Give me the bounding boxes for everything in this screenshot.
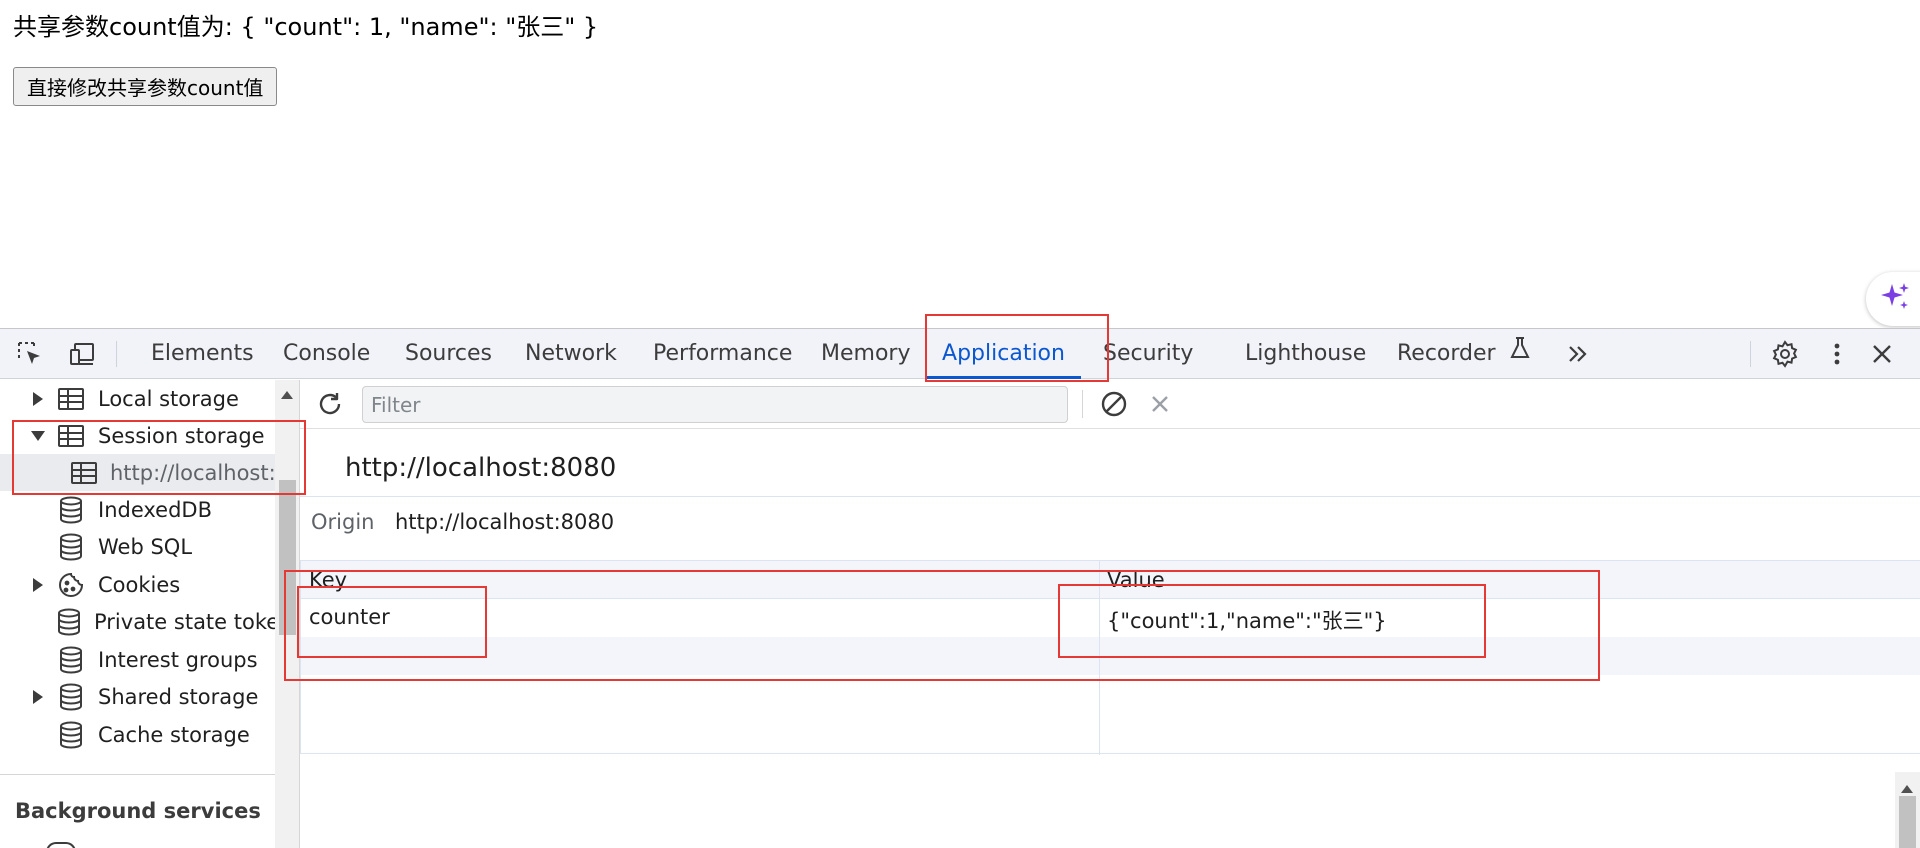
sidebar-item-session-storage[interactable]: Session storage — [0, 417, 275, 454]
chevron-double-right-icon[interactable] — [1564, 340, 1592, 368]
origin-value: http://localhost:8080 — [395, 510, 615, 534]
scroll-up-arrow-icon[interactable] — [1901, 778, 1913, 797]
clear-all-icon[interactable] — [1100, 390, 1128, 418]
device-toolbar-icon[interactable] — [68, 340, 96, 368]
tab-console[interactable]: Console — [283, 329, 370, 379]
table-icon — [70, 458, 98, 488]
cell-key[interactable]: counter — [309, 605, 390, 629]
tab-network[interactable]: Network — [525, 329, 617, 379]
gear-icon[interactable] — [1771, 340, 1799, 368]
devtools-tabbar: Elements Console Sources Network Perform… — [0, 329, 1920, 379]
column-header-value[interactable]: Value — [1107, 568, 1165, 592]
caret-down-icon[interactable] — [30, 428, 46, 444]
kebab-menu-icon[interactable] — [1823, 340, 1851, 368]
storage-table: Key Value counter {"count":1,"name":"张三"… — [300, 560, 1920, 755]
shared-param-text: 共享参数count值为: { "count": 1, "name": "张三" … — [13, 13, 599, 41]
sidebar-item-session-origin[interactable]: http://localhost:8080 — [0, 454, 275, 491]
sidebar-item-cache-storage[interactable]: Cache storage — [0, 716, 275, 753]
main-scrollbar[interactable] — [1895, 772, 1920, 848]
origin-label: Origin — [311, 510, 375, 534]
cookie-icon — [56, 570, 86, 600]
table-row[interactable]: counter {"count":1,"name":"张三"} — [301, 599, 1920, 637]
tab-recorder[interactable]: Recorder — [1397, 329, 1531, 379]
table-icon — [56, 421, 86, 451]
tab-application[interactable]: Application — [926, 329, 1081, 379]
storage-main-panel: http://localhost:8080 Origin http://loca… — [300, 380, 1920, 848]
sparkle-icon — [1878, 280, 1912, 318]
flask-icon — [1509, 329, 1531, 379]
sidebar-item-indexeddb[interactable]: IndexedDB — [0, 491, 275, 528]
tab-lighthouse[interactable]: Lighthouse — [1245, 329, 1366, 379]
sidebar-item-interest-groups[interactable]: Interest groups — [0, 641, 275, 678]
database-icon — [56, 720, 86, 750]
sidebar-divider — [0, 774, 275, 775]
table-header: Key Value — [301, 561, 1920, 599]
devtools-panel: Elements Console Sources Network Perform… — [0, 328, 1920, 848]
ai-assistant-button[interactable] — [1866, 272, 1920, 326]
sidebar-item-web-sql[interactable]: Web SQL — [0, 528, 275, 565]
table-icon — [56, 384, 86, 414]
database-icon — [56, 607, 82, 637]
tab-performance[interactable]: Performance — [653, 329, 792, 379]
refresh-icon[interactable] — [316, 390, 344, 418]
caret-right-icon[interactable] — [30, 391, 46, 407]
caret-right-icon[interactable] — [30, 577, 46, 593]
section-title-background-services: Background services — [15, 799, 261, 823]
tab-sources[interactable]: Sources — [405, 329, 492, 379]
database-icon — [56, 532, 86, 562]
database-icon — [56, 495, 86, 525]
main-scroll-thumb[interactable] — [1899, 796, 1916, 848]
storage-toolbar — [300, 380, 1920, 429]
scroll-up-arrow-icon[interactable] — [281, 384, 293, 403]
origin-row: Origin http://localhost:8080 — [300, 496, 1920, 552]
close-icon[interactable] — [1868, 340, 1896, 368]
tab-memory[interactable]: Memory — [821, 329, 910, 379]
table-row-empty[interactable] — [301, 637, 1920, 675]
delete-selected-icon[interactable] — [1146, 390, 1174, 418]
sidebar-item-shared-storage[interactable]: Shared storage — [0, 678, 275, 715]
filter-input[interactable] — [362, 386, 1068, 423]
tab-elements[interactable]: Elements — [151, 329, 254, 379]
tab-security[interactable]: Security — [1103, 329, 1193, 379]
sidebar-scrollbar[interactable] — [275, 380, 299, 848]
application-sidebar: Local storage Session storage http://loc… — [0, 380, 300, 848]
modify-count-button[interactable]: 直接修改共享参数count值 — [13, 67, 278, 106]
origin-title: http://localhost:8080 — [345, 453, 617, 483]
database-icon — [46, 842, 76, 848]
inspect-element-icon[interactable] — [16, 340, 44, 368]
caret-right-icon[interactable] — [30, 689, 46, 705]
page-content: 共享参数count值为: { "count": 1, "name": "张三" … — [0, 0, 1920, 328]
sidebar-item-cookies[interactable]: Cookies — [0, 566, 275, 603]
database-icon — [56, 645, 86, 675]
sidebar-item-private-state-tokens[interactable]: Private state tokens — [0, 603, 275, 640]
column-header-key[interactable]: Key — [309, 568, 347, 592]
sidebar-scroll-thumb[interactable] — [279, 480, 296, 635]
sidebar-item-local-storage[interactable]: Local storage — [0, 380, 275, 417]
cell-value[interactable]: {"count":1,"name":"张三"} — [1107, 605, 1387, 635]
database-icon — [56, 682, 86, 712]
